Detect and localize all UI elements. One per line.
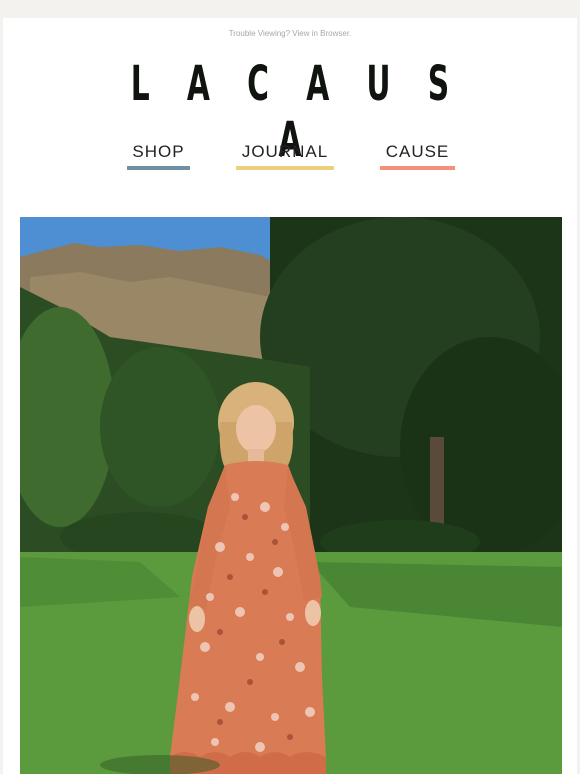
nav-cause-link[interactable]: CAUSE [380,142,455,172]
nav-shop-underline [127,166,190,170]
nav-shop-label: SHOP [132,142,185,161]
nav-journal-link[interactable]: JOURNAL [236,142,334,172]
logo-letter: C [247,56,269,112]
view-in-browser-link[interactable]: Trouble Viewing? View in Browser. [3,29,577,38]
logo-letter: A [306,56,330,112]
nav-journal-underline [236,166,334,170]
neck [248,449,264,463]
mid-tree [100,347,220,507]
email-container: Trouble Viewing? View in Browser. LACAUS… [3,18,577,774]
trouble-viewing-text[interactable]: Trouble Viewing? View in Browser. [229,29,352,38]
hero-image[interactable] [20,217,562,774]
face [236,405,276,453]
nav-shop-link[interactable]: SHOP [127,142,190,172]
logo-letter: U [366,56,391,112]
nav-cause-label: CAUSE [385,142,450,161]
nav-cause-underline [380,166,455,170]
nav-journal-label: JOURNAL [241,142,329,161]
logo-letter: S [427,56,450,112]
logo-letter: L [130,56,150,112]
left-hand [189,606,205,632]
hero-photo-illustration [20,217,562,774]
right-hand [305,600,321,626]
logo-letter: A [186,56,210,112]
